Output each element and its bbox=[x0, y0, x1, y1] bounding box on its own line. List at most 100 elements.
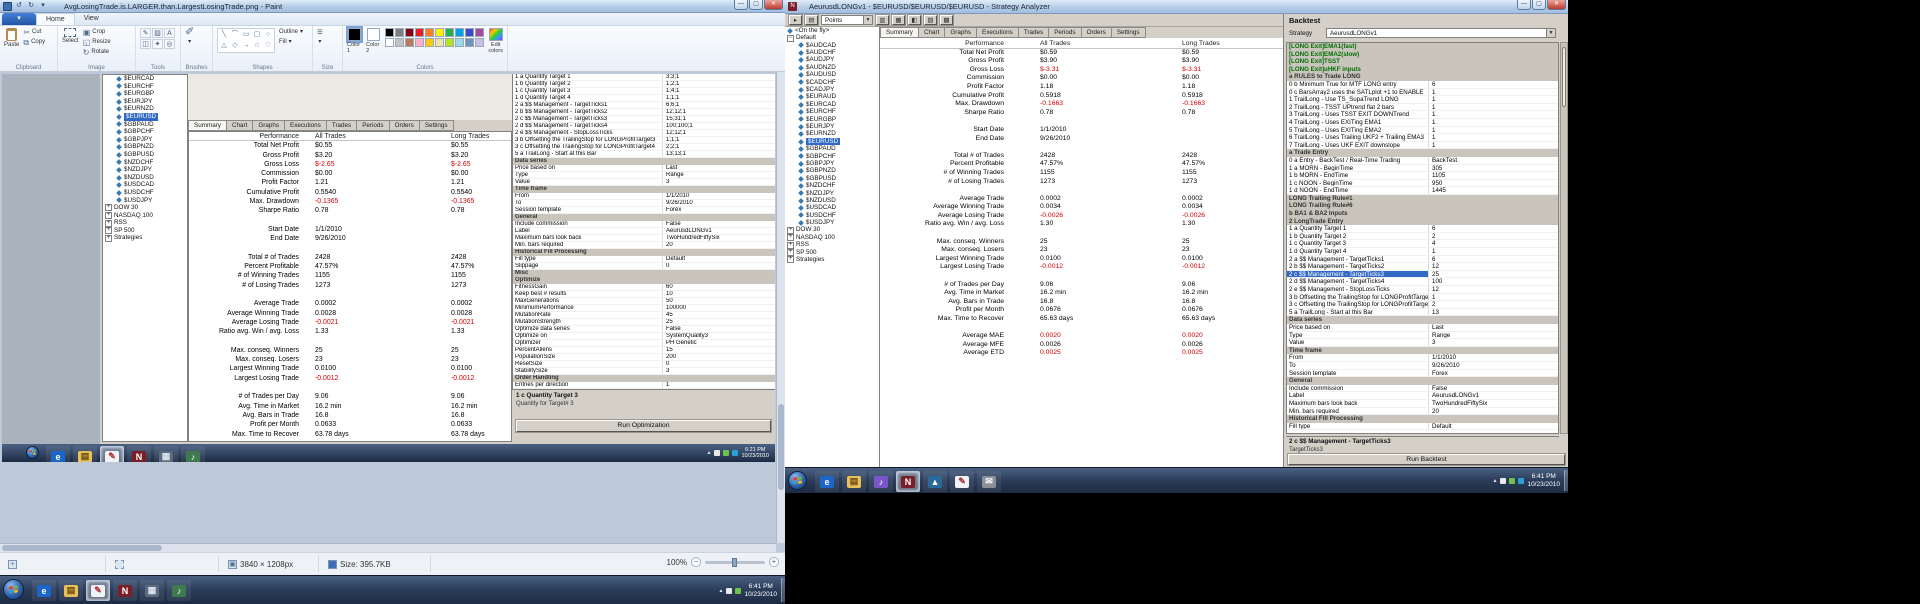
tree-item[interactable]: $EURUSD bbox=[785, 137, 879, 146]
tree-item[interactable]: + SP 500 bbox=[785, 249, 879, 256]
tree-item[interactable]: $AUDCAD bbox=[785, 42, 879, 49]
param-row[interactable]: Include commission False bbox=[1287, 384, 1558, 393]
palette-swatch-16[interactable] bbox=[445, 38, 455, 47]
tree-item[interactable]: $EURNZD bbox=[785, 130, 879, 137]
tree-item[interactable]: $AUDUSD bbox=[785, 71, 879, 78]
paint-icon[interactable]: ✎ bbox=[950, 471, 974, 492]
toolbar-icon-5[interactable]: ▩ bbox=[940, 15, 953, 25]
param-row[interactable]: 1 b Quantity Target 22 bbox=[1287, 232, 1558, 241]
tree-item[interactable]: $USDCAD bbox=[785, 204, 879, 211]
tree-item[interactable]: + DOW 30 bbox=[785, 226, 879, 234]
param-row[interactable]: 0 a Entry - BackTest / Real-Time Trading… bbox=[1287, 156, 1558, 165]
shape-glyph-7[interactable]: → bbox=[241, 41, 251, 51]
param-row[interactable]: LONG Trailing Rule#6 bbox=[1287, 202, 1558, 211]
toolbar-icon-4[interactable]: ▨ bbox=[924, 15, 937, 25]
scrollbar-thumb[interactable] bbox=[2, 545, 162, 551]
scrollbar-thumb[interactable] bbox=[1562, 47, 1566, 107]
app-window-1-icon[interactable]: ▦ bbox=[140, 580, 164, 601]
instrument-list-icon[interactable]: ▤ bbox=[805, 15, 818, 25]
tree-item[interactable]: + NASDAQ 100 bbox=[785, 234, 879, 242]
crop-button[interactable]: ▣ Crop bbox=[83, 28, 111, 37]
edit-colors-button[interactable]: Edit colors bbox=[488, 28, 503, 54]
media-player-icon[interactable]: ♪ bbox=[869, 471, 893, 492]
taskbar-clock[interactable]: 6:41 PM 10/23/2010 bbox=[1527, 473, 1560, 488]
start-button[interactable] bbox=[788, 471, 807, 490]
shape-glyph-6[interactable]: ◇ bbox=[230, 41, 240, 51]
param-row[interactable]: 3 c Offsetting the TrailingStop for LONG… bbox=[1287, 301, 1558, 309]
display-unit-dropdown[interactable]: Points ▼ bbox=[821, 15, 873, 25]
param-row[interactable]: 5 a TrailLong - Start at this Bar 13 bbox=[1287, 308, 1558, 317]
ninjatrader-icon[interactable]: N bbox=[113, 580, 137, 601]
shape-glyph-8[interactable]: ☆ bbox=[252, 41, 262, 51]
paint-titlebar[interactable]: ↺ ↻ ▾ AvgLosingTrade.is.LARGER.than.Larg… bbox=[0, 0, 785, 13]
run-backtest-button[interactable]: Run Backtest bbox=[1288, 454, 1565, 465]
tree-item[interactable]: $EURCAD bbox=[785, 101, 879, 108]
windows-explorer-icon[interactable]: ▤ bbox=[59, 580, 83, 601]
rotate-button[interactable]: ↻ Rotate bbox=[83, 48, 111, 57]
param-row[interactable]: 2 a $$ Management - TargetTicks1 6 bbox=[1287, 255, 1558, 264]
param-row[interactable]: 1 a Quantity Target 16 bbox=[1287, 225, 1558, 233]
param-row[interactable]: 4 TrailLong - Uses EXITing EMA1 1 bbox=[1287, 118, 1558, 127]
tree-item[interactable]: $NZDCHF bbox=[785, 182, 879, 189]
paste-button[interactable]: Paste bbox=[4, 28, 19, 48]
palette-swatch-7[interactable] bbox=[455, 28, 465, 37]
palette-swatch-8[interactable] bbox=[465, 28, 475, 37]
internet-explorer-icon[interactable]: e bbox=[815, 471, 839, 492]
shape-glyph-5[interactable]: △ bbox=[219, 41, 229, 51]
color1-button[interactable]: Color 1 bbox=[346, 26, 364, 54]
tree-item[interactable]: $CADCHF bbox=[785, 79, 879, 86]
param-row[interactable]: [LONG Exit]uHKF inputs bbox=[1287, 65, 1558, 74]
param-row[interactable]: 2 LongTrade Entry bbox=[1287, 217, 1558, 226]
param-row[interactable]: 1 a MORN - BeginTime 305 bbox=[1287, 164, 1558, 173]
tab-executions[interactable]: Executions bbox=[977, 27, 1019, 38]
new-document-icon[interactable]: ▸ bbox=[789, 15, 802, 25]
color-picker-icon[interactable]: ✦ bbox=[152, 39, 163, 49]
paint-icon[interactable]: ✎ bbox=[86, 580, 110, 601]
tree-item[interactable]: $NZDJPY bbox=[785, 190, 879, 197]
canvas-horizontal-scrollbar[interactable] bbox=[0, 543, 776, 552]
param-row[interactable]: From 1/1/2010 bbox=[1287, 354, 1558, 362]
show-desktop-button[interactable] bbox=[781, 578, 785, 602]
param-row[interactable]: 6 TrailLong - Uses Trailing UKF2 + Trail… bbox=[1287, 134, 1558, 142]
tree-item[interactable]: + Strategies bbox=[785, 256, 879, 264]
tree-item[interactable]: $EURCHF bbox=[785, 108, 879, 115]
toolbar-icon-1[interactable]: ▥ bbox=[876, 15, 889, 25]
param-row[interactable]: Label AeurusdLONGv1 bbox=[1287, 392, 1558, 400]
tree-item[interactable]: $GBPCHF bbox=[785, 153, 879, 160]
tree-item[interactable]: $NZDUSD bbox=[785, 197, 879, 204]
fill-dropdown[interactable]: Fill ▾ bbox=[279, 38, 303, 47]
tab-settings[interactable]: Settings bbox=[1111, 27, 1146, 38]
internet-explorer-icon[interactable]: e bbox=[32, 580, 56, 601]
expand-icon[interactable]: + bbox=[787, 248, 794, 256]
toolbar-icon-2[interactable]: ▦ bbox=[892, 15, 905, 25]
close-button[interactable]: ✕ bbox=[764, 0, 783, 10]
param-row[interactable]: 2 e $$ Management - StopLossTicks 12 bbox=[1287, 286, 1558, 294]
param-row[interactable]: 0 c BarsArray2 uses the SATLplot +1 to E… bbox=[1287, 88, 1558, 97]
tree-item[interactable]: $GBPJPY bbox=[785, 160, 879, 167]
shape-glyph-0[interactable]: ╲ bbox=[219, 30, 229, 40]
chart-app-icon[interactable]: ▲ bbox=[923, 471, 947, 492]
zoom-in-button[interactable]: + bbox=[769, 557, 779, 567]
expand-icon[interactable]: + bbox=[787, 256, 794, 264]
shape-glyph-1[interactable]: ⌒ bbox=[230, 30, 240, 40]
hidden-icons-icon[interactable]: ▲ bbox=[1493, 478, 1498, 484]
brushes-button[interactable]: ✐ ▾ bbox=[185, 27, 194, 46]
tree-item[interactable]: $GBPUSD bbox=[785, 175, 879, 182]
palette-swatch-6[interactable] bbox=[445, 28, 455, 37]
magnifier-icon[interactable]: ◎ bbox=[164, 39, 175, 49]
mail-icon[interactable]: ✉ bbox=[977, 471, 1001, 492]
palette-swatch-12[interactable] bbox=[405, 38, 415, 47]
tree-item[interactable]: $AUDNZD bbox=[785, 64, 879, 71]
param-row[interactable]: 3 TrailLong - Uses TSST EXIT DOWNTrend 1 bbox=[1287, 111, 1558, 119]
palette-swatch-13[interactable] bbox=[415, 38, 425, 47]
tree-item[interactable]: $AUDCHF bbox=[785, 49, 879, 56]
param-row[interactable]: 3 b Offsetting the TrailingStop for LONG… bbox=[1287, 293, 1558, 302]
toolbar-icon-3[interactable]: ◧ bbox=[908, 15, 921, 25]
qat-dropdown-icon[interactable]: ▾ bbox=[38, 1, 48, 11]
zoom-out-button[interactable]: − bbox=[691, 557, 701, 567]
tree-item[interactable]: + RSS bbox=[785, 241, 879, 249]
tree-item[interactable]: $USDCHF bbox=[785, 212, 879, 219]
select-button[interactable]: Select bbox=[62, 28, 79, 44]
param-row[interactable]: General bbox=[1287, 377, 1558, 385]
tree-item[interactable]: $EURAUD bbox=[785, 93, 879, 101]
